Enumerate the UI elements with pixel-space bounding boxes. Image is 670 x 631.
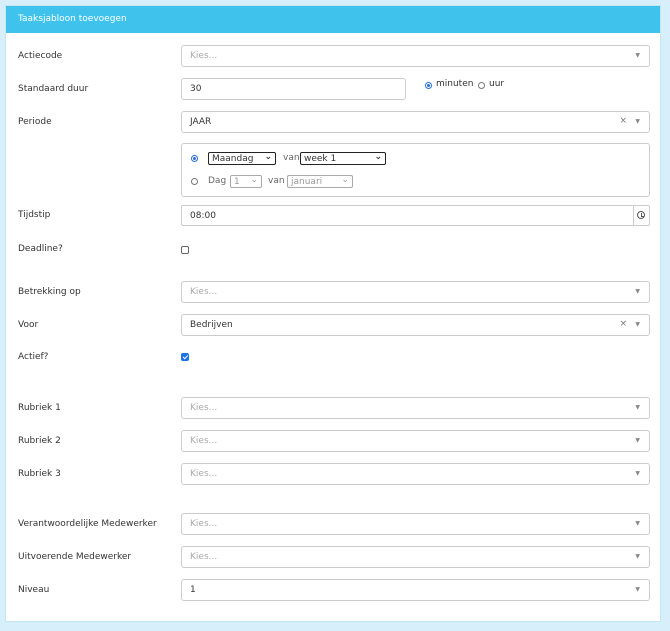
actiecode-placeholder: Kies... [190, 51, 218, 61]
chevron-down-icon: ⌄ [264, 152, 272, 162]
caret-down-icon: ▼ [635, 553, 640, 560]
caret-down-icon: ▼ [635, 437, 640, 444]
periode-option2-radio[interactable] [191, 178, 198, 185]
caret-down-icon: ▼ [635, 288, 640, 295]
rubriek1-label: Rubriek 1 [18, 403, 61, 413]
tijdstip-input[interactable]: 08:00 [181, 205, 650, 226]
tijdstip-value: 08:00 [190, 211, 216, 221]
betrekking-op-select[interactable]: Kies... ▼ [181, 281, 650, 303]
van-label-1: van [283, 153, 300, 163]
form-panel: Taaksjabloon toevoegen Actiecode Kies...… [5, 5, 661, 622]
niveau-value: 1 [190, 585, 196, 595]
periode-detail-box: Maandag ⌄ van week 1 ⌄ Dag 1 ⌄ van janua… [181, 143, 650, 197]
actiecode-select[interactable]: Kies... ▼ [181, 45, 650, 67]
uitvoerende-placeholder: Kies... [190, 552, 218, 562]
caret-down-icon: ▼ [635, 118, 640, 125]
standaard-duur-value: 30 [190, 84, 202, 94]
standaard-duur-label: Standaard duur [18, 84, 89, 94]
minuten-label: minuten [436, 79, 474, 89]
clock-icon[interactable] [633, 206, 649, 226]
month-value: januari [291, 177, 323, 187]
periode-label: Periode [18, 117, 52, 127]
deadline-checkbox[interactable] [181, 246, 189, 254]
rubriek1-select[interactable]: Kies... ▼ [181, 397, 650, 419]
month-select[interactable]: januari ⌄ [287, 175, 353, 188]
periode-option1-radio[interactable] [191, 155, 198, 162]
dag-select[interactable]: 1 ⌄ [230, 175, 262, 188]
weekday-select[interactable]: Maandag ⌄ [208, 152, 276, 165]
chevron-down-icon: ⌄ [374, 152, 382, 162]
van-label-2: van [268, 176, 285, 186]
voor-value: Bedrijven [190, 320, 233, 330]
panel-title: Taaksjabloon toevoegen [18, 14, 127, 24]
caret-down-icon: ▼ [635, 520, 640, 527]
periode-select[interactable]: JAAR × ▼ [181, 111, 650, 133]
uitvoerende-select[interactable]: Kies... ▼ [181, 546, 650, 568]
caret-down-icon: ▼ [635, 470, 640, 477]
voor-label: Voor [18, 320, 39, 330]
panel-header: Taaksjabloon toevoegen [6, 6, 660, 33]
caret-down-icon: ▼ [635, 404, 640, 411]
verantwoordelijke-select[interactable]: Kies... ▼ [181, 513, 650, 535]
dag-label: Dag [208, 176, 227, 186]
chevron-down-icon: ⌄ [341, 175, 349, 185]
tijdstip-label: Tijdstip [18, 210, 51, 220]
rubriek1-placeholder: Kies... [190, 403, 218, 413]
uitvoerende-label: Uitvoerende Medewerker [18, 552, 132, 562]
chevron-down-icon: ⌄ [250, 175, 258, 185]
betrekking-op-label: Betrekking op [18, 287, 81, 297]
uur-label: uur [489, 79, 505, 89]
periode-value: JAAR [190, 117, 212, 127]
week-value: week 1 [304, 154, 337, 164]
actief-label: Actief? [18, 352, 49, 362]
rubriek2-select[interactable]: Kies... ▼ [181, 430, 650, 452]
niveau-label: Niveau [18, 585, 50, 595]
caret-down-icon: ▼ [635, 321, 640, 328]
dag-value: 1 [234, 177, 240, 187]
rubriek3-select[interactable]: Kies... ▼ [181, 463, 650, 485]
deadline-label: Deadline? [18, 244, 63, 254]
rubriek2-placeholder: Kies... [190, 436, 218, 446]
standaard-duur-input[interactable]: 30 [181, 78, 406, 100]
clear-x-icon[interactable]: × [619, 116, 627, 126]
rubriek3-placeholder: Kies... [190, 469, 218, 479]
weekday-value: Maandag [212, 154, 254, 164]
betrekking-op-placeholder: Kies... [190, 287, 218, 297]
verantwoordelijke-label: Verantwoordelijke Medewerker [18, 519, 157, 529]
minuten-radio[interactable] [425, 82, 432, 89]
clear-x-icon[interactable]: × [619, 319, 627, 329]
caret-down-icon: ▼ [635, 52, 640, 59]
uur-radio[interactable] [478, 82, 485, 89]
caret-down-icon: ▼ [635, 586, 640, 593]
niveau-select[interactable]: 1 ▼ [181, 579, 650, 601]
verantwoordelijke-placeholder: Kies... [190, 519, 218, 529]
actiecode-label: Actiecode [18, 51, 63, 61]
rubriek2-label: Rubriek 2 [18, 436, 61, 446]
actief-checkbox[interactable] [181, 353, 189, 361]
rubriek3-label: Rubriek 3 [18, 469, 61, 479]
voor-select[interactable]: Bedrijven × ▼ [181, 314, 650, 336]
week-select[interactable]: week 1 ⌄ [300, 152, 386, 165]
